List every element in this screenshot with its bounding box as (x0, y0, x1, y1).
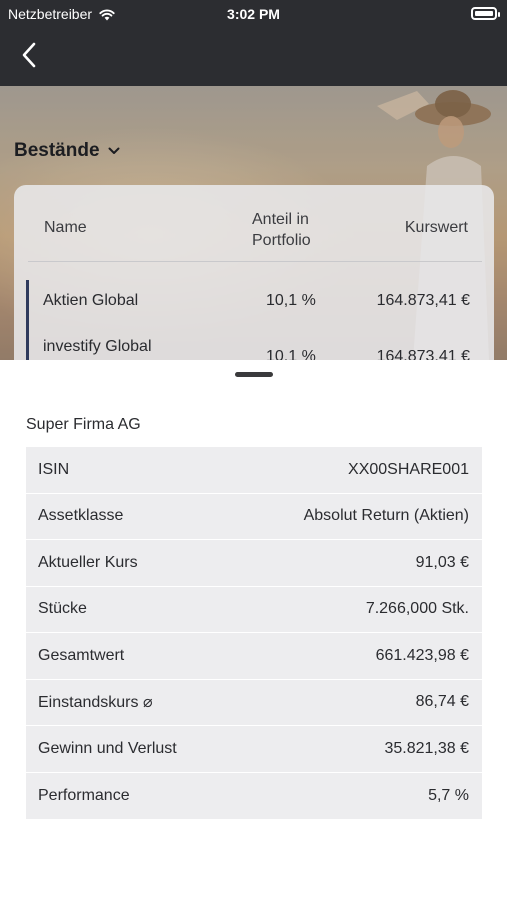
holding-row[interactable]: Aktien Global 10,1 % 164.873,41 € (26, 280, 482, 326)
detail-value: 661.423,98 € (375, 646, 469, 664)
holdings-header: Name Anteil in Portfolio Kurswert (14, 185, 494, 261)
holdings-section-dropdown[interactable]: Bestände (14, 140, 120, 162)
detail-value: Absolut Return (Aktien) (303, 507, 469, 525)
holding-share: 10,1 % (266, 292, 316, 309)
chevron-down-icon (108, 147, 120, 154)
detail-label: Einstandskurs ⌀ (38, 694, 153, 712)
detail-value: 91,03 € (415, 553, 469, 571)
back-button[interactable] (14, 40, 44, 70)
detail-value: 35.821,38 € (384, 739, 469, 757)
detail-value: 86,74 € (415, 693, 469, 711)
detail-value: 7.266,000 Stk. (365, 600, 469, 618)
clock: 3:02 PM (227, 6, 280, 22)
detail-row-einstandskurs: Einstandskurs ⌀ 86,74 € (26, 679, 482, 726)
detail-label: Assetklasse (38, 507, 124, 525)
detail-row-aktueller-kurs: Aktueller Kurs 91,03 € (26, 540, 482, 587)
column-name: Name (44, 219, 87, 236)
detail-label: Gewinn und Verlust (38, 739, 177, 757)
section-title: Bestände (14, 140, 100, 161)
detail-value: 5,7 % (428, 786, 469, 804)
holdings-card: Name Anteil in Portfolio Kurswert Aktien… (14, 185, 494, 385)
battery-icon (471, 7, 500, 20)
detail-row-gesamtwert: Gesamtwert 661.423,98 € (26, 633, 482, 680)
chevron-left-icon (22, 42, 36, 68)
detail-label: ISIN (38, 460, 70, 478)
detail-value: XX00SHARE001 (348, 460, 469, 478)
detail-table: ISIN XX00SHARE001 Assetklasse Absolut Re… (26, 447, 482, 819)
row-accent-bar (26, 280, 29, 326)
sheet-title: Super Firma AG (26, 416, 141, 433)
detail-row-stuecke: Stücke 7.266,000 Stk. (26, 586, 482, 633)
detail-label: Aktueller Kurs (38, 553, 138, 571)
status-bar: Netzbetreiber 3:02 PM (0, 0, 507, 28)
column-share: Anteil in Portfolio (252, 211, 311, 249)
nav-bar (0, 28, 507, 86)
column-value: Kurswert (404, 219, 468, 236)
holding-name: Aktien Global (43, 292, 139, 309)
sheet-grabber-handle[interactable] (235, 372, 273, 377)
detail-label: Gesamtwert (38, 646, 125, 664)
detail-label: Performance (38, 786, 130, 804)
detail-row-gewinn-und-verlust: Gewinn und Verlust 35.821,38 € (26, 726, 482, 773)
detail-row-assetklasse: Assetklasse Absolut Return (Aktien) (26, 493, 482, 540)
detail-row-isin: ISIN XX00SHARE001 (26, 447, 482, 494)
detail-row-performance: Performance 5,7 % (26, 772, 482, 819)
holding-value: 164.873,41 € (376, 292, 470, 309)
detail-label: Stücke (38, 600, 87, 618)
holding-name: investify Global (43, 338, 152, 355)
divider (28, 261, 482, 262)
detail-bottom-sheet: Super Firma AG ISIN XX00SHARE001 Assetkl… (0, 360, 507, 900)
